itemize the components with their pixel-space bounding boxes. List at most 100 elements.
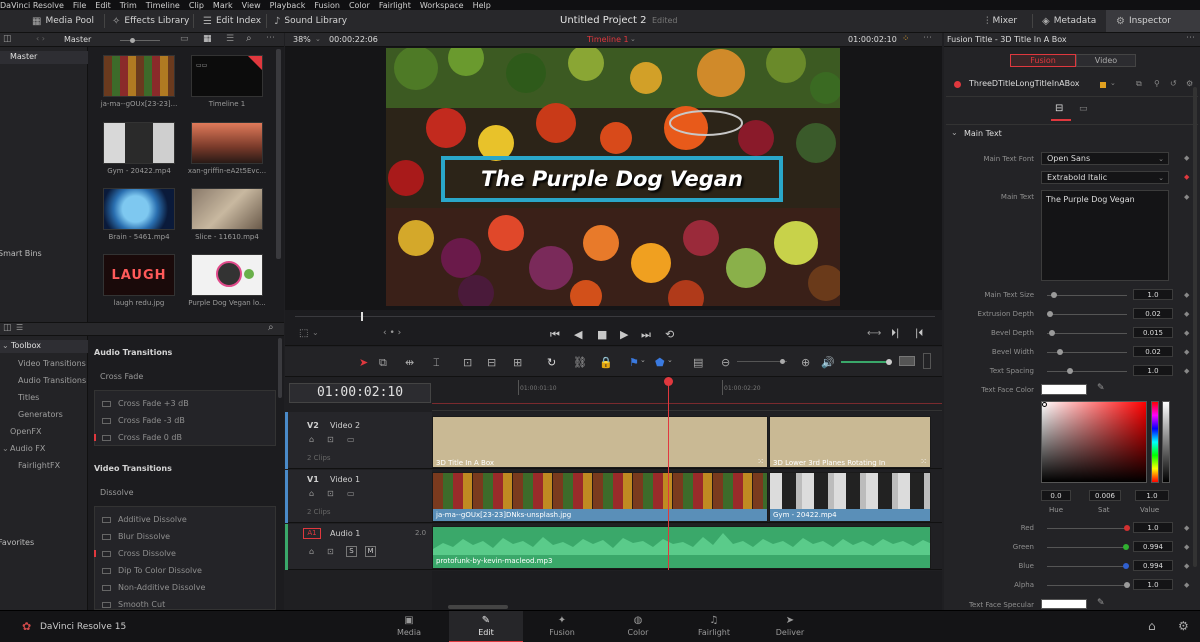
mixer-button[interactable]: ⫶ Mixer <box>986 10 1017 32</box>
chevron-down-icon[interactable]: ⌄ <box>1110 79 1116 87</box>
param-value[interactable]: 1.0 <box>1133 365 1173 376</box>
track-name[interactable]: Video 2 <box>330 421 360 430</box>
keyframe-icon[interactable]: ◆ <box>1184 367 1189 375</box>
back-icon[interactable]: ‹ › <box>36 34 45 43</box>
reverse-icon[interactable]: ◀ <box>574 328 582 341</box>
slider-knob[interactable] <box>1067 368 1073 374</box>
panel-toggle-icon[interactable]: ◫ <box>3 34 12 44</box>
track-header-v1[interactable]: V1 Video 1 ⌂ ⊡ ▭ 2 Clips <box>285 470 432 523</box>
tree-item-video-transitions[interactable]: Video Transitions <box>18 359 86 368</box>
effect-item[interactable]: Dip To Color Dissolve <box>118 566 202 575</box>
slider-knob[interactable] <box>886 359 892 365</box>
scrub-playhead[interactable] <box>361 312 363 321</box>
effect-item[interactable]: Blur Dissolve <box>118 532 170 541</box>
alpha-strip[interactable] <box>1162 401 1170 483</box>
selection-tool-icon[interactable]: ➤ <box>359 356 368 369</box>
keyframe-icon[interactable]: ◆ <box>1184 329 1189 337</box>
slider-knob[interactable] <box>1123 563 1129 569</box>
red-slider[interactable] <box>1047 525 1130 531</box>
page-deliver[interactable]: ➤ Deliver <box>753 611 827 642</box>
track-header-a1[interactable]: A1 Audio 1 2.0 ⌂ ⊡ S M <box>285 524 432 570</box>
inspector-scrollbar[interactable] <box>1193 87 1197 567</box>
chevron-down-icon[interactable]: ⌄ <box>951 128 958 137</box>
param-value[interactable]: 1.0 <box>1133 289 1173 300</box>
effect-item[interactable]: Non-Additive Dissolve <box>118 583 205 592</box>
param-value[interactable]: 1.0 <box>1133 579 1173 590</box>
viewer-frame[interactable]: The Purple Dog Vegan <box>386 48 840 306</box>
clip-thumbnail[interactable] <box>191 188 263 230</box>
clip-produce-image[interactable]: ja-ma--gOUx[23-23]DNks-unsplash.jpg <box>432 472 768 522</box>
slider-knob[interactable] <box>1051 292 1057 298</box>
prev-edit-icon[interactable]: |⏴ <box>915 328 923 339</box>
lock-icon[interactable]: 🔒 <box>599 356 613 369</box>
effects-library-button[interactable]: ✧ Effects Library <box>112 10 189 32</box>
home-icon[interactable]: ⌂ <box>1148 619 1156 633</box>
timeline-view-icon[interactable]: ▤ <box>693 356 703 369</box>
keyframe-icon[interactable]: ◆ <box>1184 310 1189 318</box>
effect-item[interactable]: Additive Dissolve <box>118 515 187 524</box>
marker-icon[interactable]: ⬟ <box>655 356 665 369</box>
mute-button[interactable]: M <box>365 546 376 557</box>
param-value[interactable]: 0.994 <box>1133 541 1173 552</box>
solo-button[interactable]: S <box>346 546 357 557</box>
tab-fusion[interactable]: Fusion <box>1010 54 1076 67</box>
clip-thumbnail[interactable] <box>103 122 175 164</box>
track-enable-icon[interactable]: ▭ <box>347 435 355 444</box>
timeline-name[interactable]: Timeline 1 <box>587 35 629 44</box>
media-pool-button[interactable]: ▦ Media Pool <box>32 10 94 32</box>
page-edit[interactable]: ✎ Edit <box>449 611 523 642</box>
param-slider[interactable] <box>1047 368 1127 374</box>
viewer-scrubber[interactable] <box>285 310 942 324</box>
page-color[interactable]: ◍ Color <box>601 611 675 642</box>
node-color-swatch[interactable] <box>1100 82 1106 88</box>
track-id[interactable]: A1 <box>303 528 321 539</box>
style-dropdown[interactable]: Extrabold Italic ⌄ <box>1041 171 1169 184</box>
slider-knob[interactable] <box>1047 311 1053 317</box>
search-icon[interactable]: ⌕ <box>268 322 274 333</box>
dynamic-trim-icon[interactable]: ⇹ <box>405 356 414 369</box>
param-slider[interactable] <box>1047 330 1127 336</box>
track-name[interactable]: Audio 1 <box>330 529 360 538</box>
track-header-v2[interactable]: V2 Video 2 ⌂ ⊡ ▭ 2 Clips <box>285 412 432 469</box>
slider-knob[interactable] <box>1124 582 1130 588</box>
thumbnails-scrollbar[interactable] <box>276 49 281 259</box>
edit-index-button[interactable]: ☰ Edit Index <box>203 10 261 32</box>
sound-library-button[interactable]: ♪ Sound Library <box>274 10 347 32</box>
clip-thumbnail[interactable]: LAUGH <box>103 254 175 296</box>
clip-thumbnail[interactable] <box>103 188 175 230</box>
volume-slider[interactable] <box>841 359 892 365</box>
blue-slider[interactable] <box>1047 563 1129 569</box>
auto-select-icon[interactable]: ⊡ <box>327 547 334 556</box>
keyframe-icon[interactable]: ◆ <box>1184 543 1189 551</box>
param-value[interactable]: 0.02 <box>1133 308 1173 319</box>
effect-item[interactable]: Cross Dissolve <box>118 549 176 558</box>
menu-item[interactable]: Workspace <box>420 1 464 10</box>
green-slider[interactable] <box>1047 544 1129 550</box>
menu-item[interactable]: Trim <box>120 1 137 10</box>
menu-item[interactable]: Fusion <box>314 1 340 10</box>
chevron-down-icon[interactable]: ⌄ <box>640 356 646 364</box>
overwrite-clip-icon[interactable]: ⊟ <box>487 356 496 369</box>
auto-select-icon[interactable]: ⊡ <box>327 489 334 498</box>
menu-item[interactable]: Playback <box>270 1 306 10</box>
menu-item[interactable]: Clip <box>189 1 204 10</box>
param-slider[interactable] <box>1047 292 1127 298</box>
timeline-scrollbar[interactable] <box>448 605 508 609</box>
param-slider[interactable] <box>1047 349 1127 355</box>
view-detail-icon[interactable]: ☰ <box>226 34 234 44</box>
param-value[interactable]: 1.0 <box>1133 522 1173 533</box>
zoom-level[interactable]: 38% <box>293 35 311 44</box>
effect-item[interactable]: Cross Fade +3 dB <box>118 399 189 408</box>
menu-item[interactable]: Mark <box>213 1 233 10</box>
effects-scrollbar[interactable] <box>278 338 282 398</box>
toolbox-row[interactable]: ⌄ Toolbox <box>0 340 88 353</box>
menu-item[interactable]: File <box>73 1 86 10</box>
blade-tool-icon[interactable]: ⌶ <box>433 356 440 370</box>
track-name[interactable]: Video 1 <box>330 475 360 484</box>
node-enable-dot[interactable] <box>954 81 961 88</box>
alpha-slider[interactable] <box>1047 582 1130 588</box>
keyframe-icon[interactable]: ◆ <box>1184 581 1189 589</box>
thumb-size-slider[interactable] <box>120 38 160 43</box>
panel-toggle-icon[interactable]: ◫ <box>3 323 12 333</box>
replace-clip-icon[interactable]: ⊞ <box>513 356 522 369</box>
